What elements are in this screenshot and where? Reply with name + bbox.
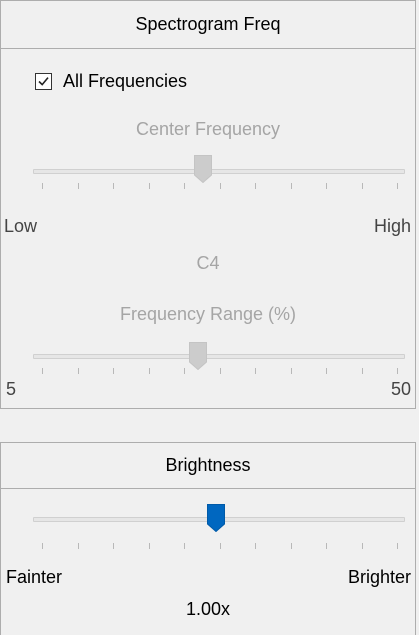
brightness-panel: Brightness Fainter Brighter 1.00x	[0, 442, 416, 635]
slider-tick	[148, 368, 150, 374]
center-frequency-max-label: High	[373, 216, 411, 236]
brightness-min-label: Fainter	[6, 567, 63, 587]
slider-tick	[42, 368, 43, 374]
frequency-range-label: Frequency Range (%)	[119, 304, 297, 324]
slider-tick	[42, 543, 43, 549]
slider-tick	[42, 183, 43, 189]
frequency-range-ticks	[1, 368, 415, 374]
center-frequency-thumb[interactable]	[194, 155, 212, 183]
slider-tick	[148, 543, 150, 549]
center-frequency-slider[interactable]	[1, 151, 415, 201]
slider-tick	[290, 183, 292, 189]
slider-tick	[397, 368, 398, 374]
brightness-slider[interactable]	[1, 501, 415, 551]
slider-tick	[290, 543, 292, 549]
frequency-range-slider[interactable]	[1, 336, 415, 386]
checkmark-icon	[38, 77, 49, 86]
center-frequency-value: C4	[196, 253, 220, 273]
slider-tick	[113, 368, 114, 374]
center-frequency-ticks	[1, 183, 415, 189]
slider-tick	[77, 183, 79, 189]
slider-tick	[113, 543, 114, 549]
slider-tick	[290, 368, 292, 374]
slider-tick	[219, 183, 221, 189]
slider-tick	[397, 183, 398, 189]
brightness-value: 1.00x	[185, 599, 231, 619]
slider-tick	[255, 183, 256, 189]
slider-tick	[255, 543, 256, 549]
slider-tick	[184, 183, 185, 189]
slider-tick	[361, 368, 363, 374]
slider-tick	[361, 183, 363, 189]
brightness-title: Brightness	[1, 443, 415, 489]
frequency-range-thumb[interactable]	[189, 342, 207, 370]
slider-tick	[397, 543, 398, 549]
brightness-max-label: Brighter	[347, 567, 411, 587]
slider-tick	[77, 368, 79, 374]
slider-tick	[326, 368, 327, 374]
slider-tick	[148, 183, 150, 189]
center-frequency-track[interactable]	[33, 169, 405, 174]
slider-tick	[361, 543, 363, 549]
all-frequencies-label: All Frequencies	[63, 71, 188, 91]
center-frequency-min-label: Low	[4, 216, 38, 236]
brightness-thumb[interactable]	[207, 504, 225, 532]
slider-tick	[113, 183, 114, 189]
frequency-range-track[interactable]	[33, 354, 405, 359]
frequency-range-min-label: 5	[6, 379, 17, 399]
spectrogram-freq-title: Spectrogram Freq	[1, 1, 415, 49]
slider-tick	[77, 543, 79, 549]
brightness-ticks	[1, 543, 415, 549]
slider-tick	[326, 183, 327, 189]
slider-tick	[184, 368, 185, 374]
slider-tick	[326, 543, 327, 549]
center-frequency-label: Center Frequency	[135, 119, 281, 139]
spectrogram-freq-panel: Spectrogram Freq All Frequencies Center …	[0, 0, 416, 409]
slider-tick	[255, 368, 256, 374]
slider-tick	[219, 368, 221, 374]
all-frequencies-checkbox-row[interactable]: All Frequencies	[35, 71, 187, 92]
all-frequencies-checkbox[interactable]	[35, 73, 52, 90]
slider-tick	[219, 543, 221, 549]
slider-tick	[184, 543, 185, 549]
frequency-range-max-label: 50	[390, 379, 411, 399]
